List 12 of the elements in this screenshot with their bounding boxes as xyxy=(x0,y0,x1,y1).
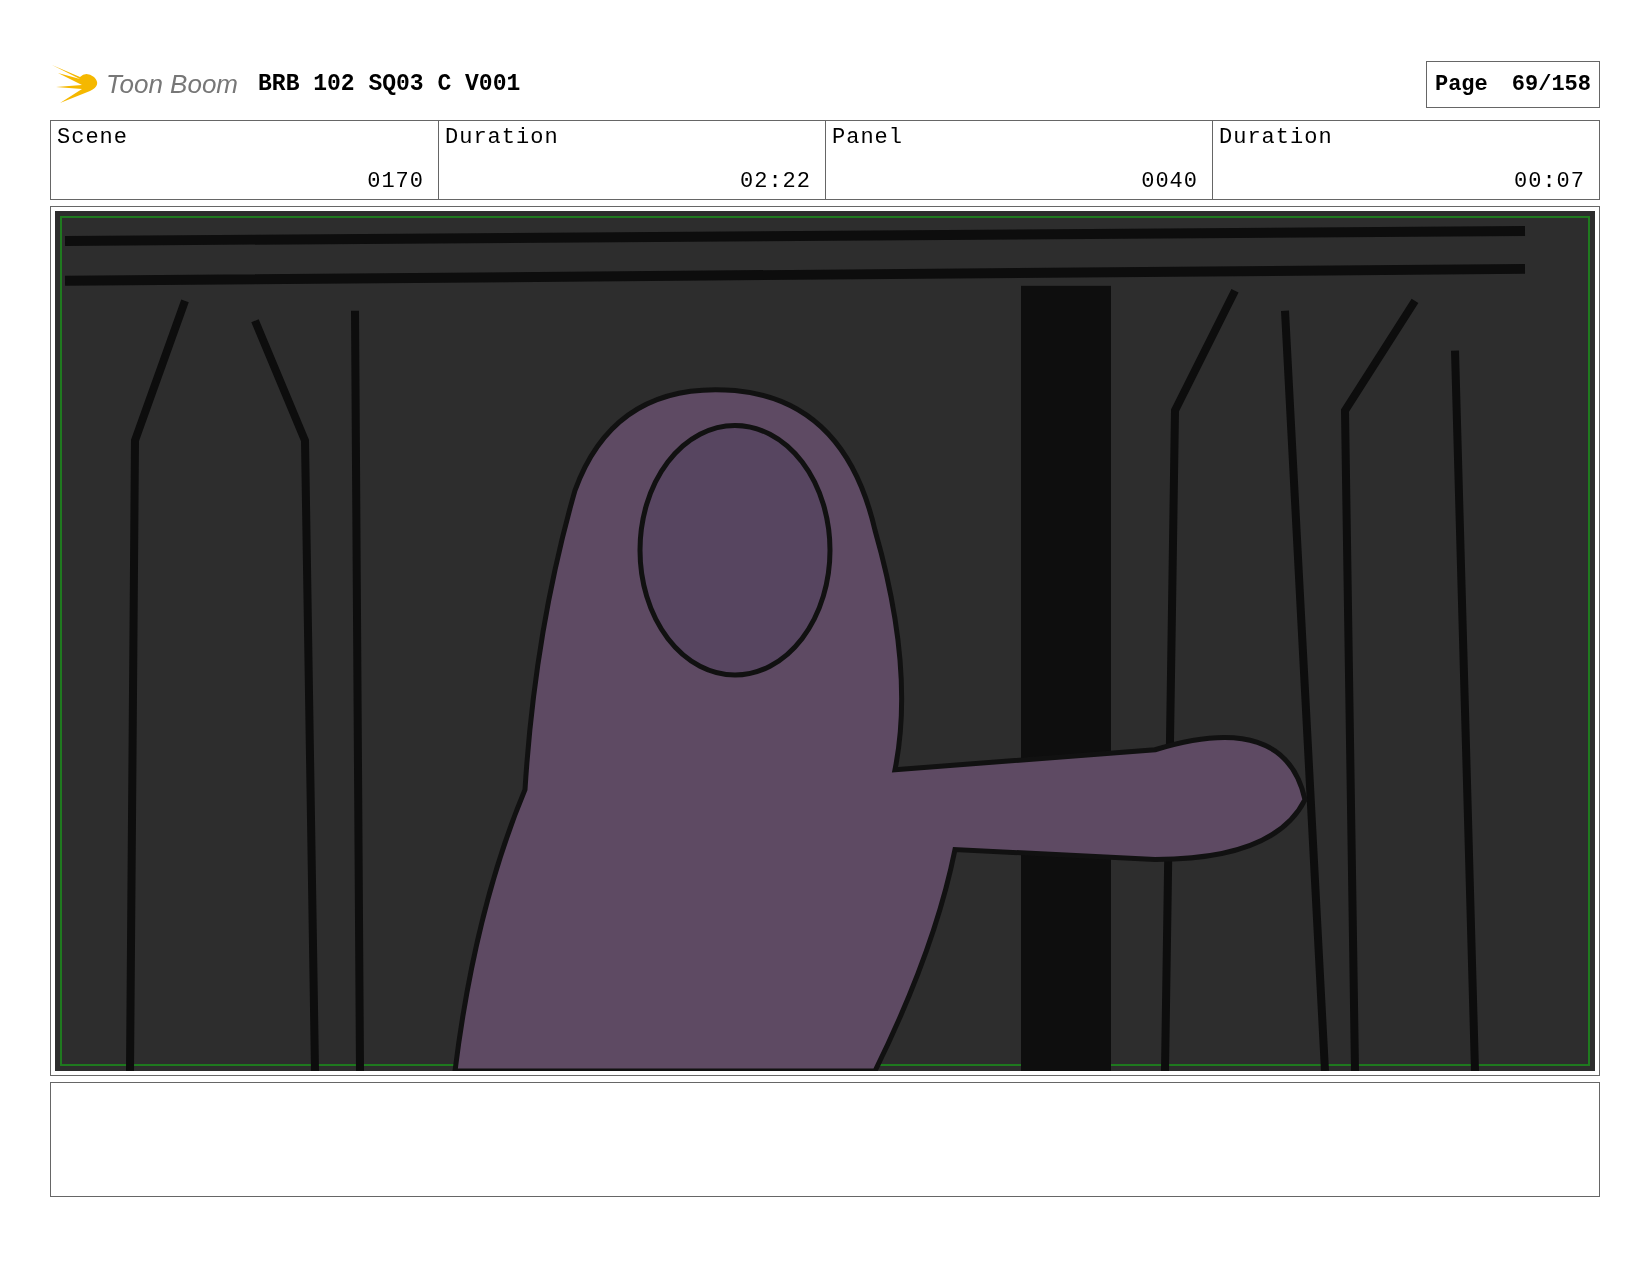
field-label: Scene xyxy=(57,127,129,149)
field-value: 0040 xyxy=(1140,171,1198,193)
field-value: 00:07 xyxy=(1513,171,1585,193)
field-label: Duration xyxy=(445,127,560,149)
page-number: 69/158 xyxy=(1511,70,1591,99)
storyboard-title: BRB 102 SQ03 C V001 xyxy=(258,69,521,99)
page-label: Page xyxy=(1434,70,1488,99)
field-label: Duration xyxy=(1219,127,1334,149)
field-value: 02:22 xyxy=(739,171,811,193)
logo-text: Toon Boom xyxy=(106,67,239,101)
field-value: 0170 xyxy=(366,171,424,193)
field-label: Panel xyxy=(832,127,904,149)
